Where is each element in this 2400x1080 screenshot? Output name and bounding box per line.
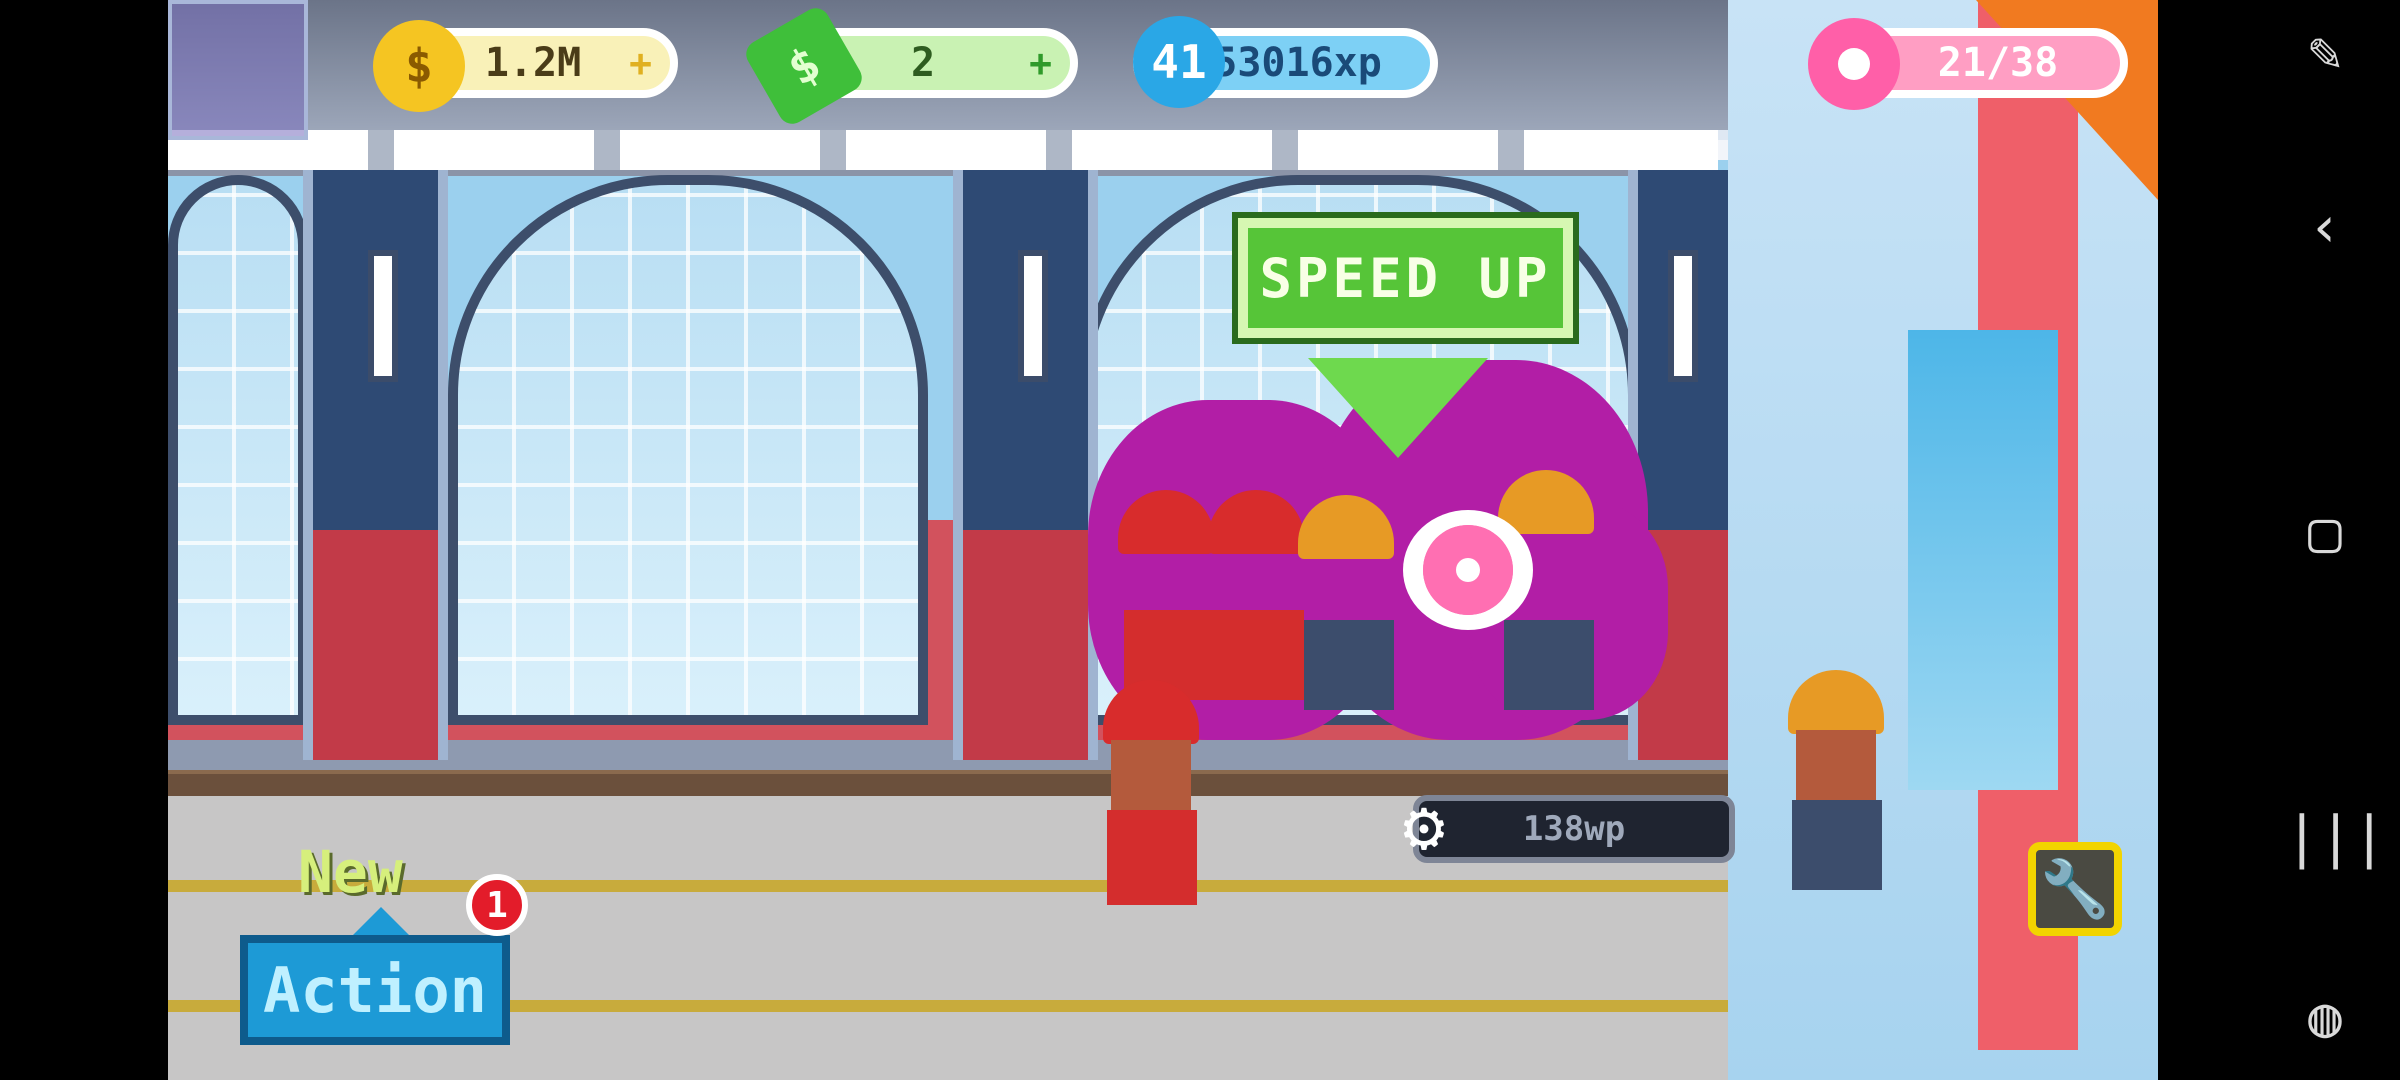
square-home-icon[interactable]: ▢ [2285,500,2365,565]
level-star-icon: 41 [1133,16,1225,108]
floor-stripe [168,880,1928,892]
level-value: 41 [1151,35,1207,89]
wall-lamp [1668,250,1698,382]
work-progress-bar: 138wp [1413,795,1735,863]
station-window [168,175,308,725]
wrench-tool-button[interactable]: 🔧 [2028,842,2122,936]
coin-icon: $ [373,20,465,112]
new-label: New [298,838,403,906]
donut-icon [1423,525,1513,615]
progress-label: 138wp [1522,809,1626,849]
cash-value: 2 [910,40,936,86]
wrench-icon: 🔧 [2040,857,2110,922]
station-window [448,175,928,725]
speed-up-button[interactable]: SPEED UP [1238,218,1573,338]
worker-body [1304,620,1394,710]
worker-body [1792,800,1882,890]
gamepad-icon[interactable]: ◍ [2285,985,2365,1050]
donut-icon [1808,18,1900,110]
profile-badge[interactable] [168,0,308,140]
worker-face [1111,740,1191,810]
gear-icon: ⚙ [1402,785,1446,867]
add-coins-icon[interactable]: + [629,41,652,85]
worker-body [1107,810,1197,905]
coins-value: 1.2M [484,40,582,86]
action-label: Action [263,953,487,1027]
speed-up-label: SPEED UP [1259,246,1552,310]
wall-lamp [368,250,398,382]
chevron-left-icon[interactable]: ‹ [2285,195,2365,260]
city-skyline [1908,330,2058,790]
screen-edit-icon[interactable]: ✎ [2285,20,2365,85]
recents-icon[interactable]: ||| [2285,805,2386,870]
add-cash-icon[interactable]: + [1029,41,1052,85]
track-rail [168,770,1928,796]
worker-body [1504,620,1594,710]
down-arrow-icon [1308,358,1488,458]
game-view[interactable]: 1.2M + $ 2 + $ 453016xp 41 21/38 SPEED U… [168,0,2158,1080]
donut-speech-bubble[interactable] [1403,510,1533,630]
donut-value: 21/38 [1937,40,2059,86]
wall-lamp [1018,250,1048,382]
worker-face [1796,730,1876,800]
action-button[interactable]: Action [240,907,510,1045]
worker-body [1214,610,1304,700]
notification-badge: 1 [466,874,528,936]
